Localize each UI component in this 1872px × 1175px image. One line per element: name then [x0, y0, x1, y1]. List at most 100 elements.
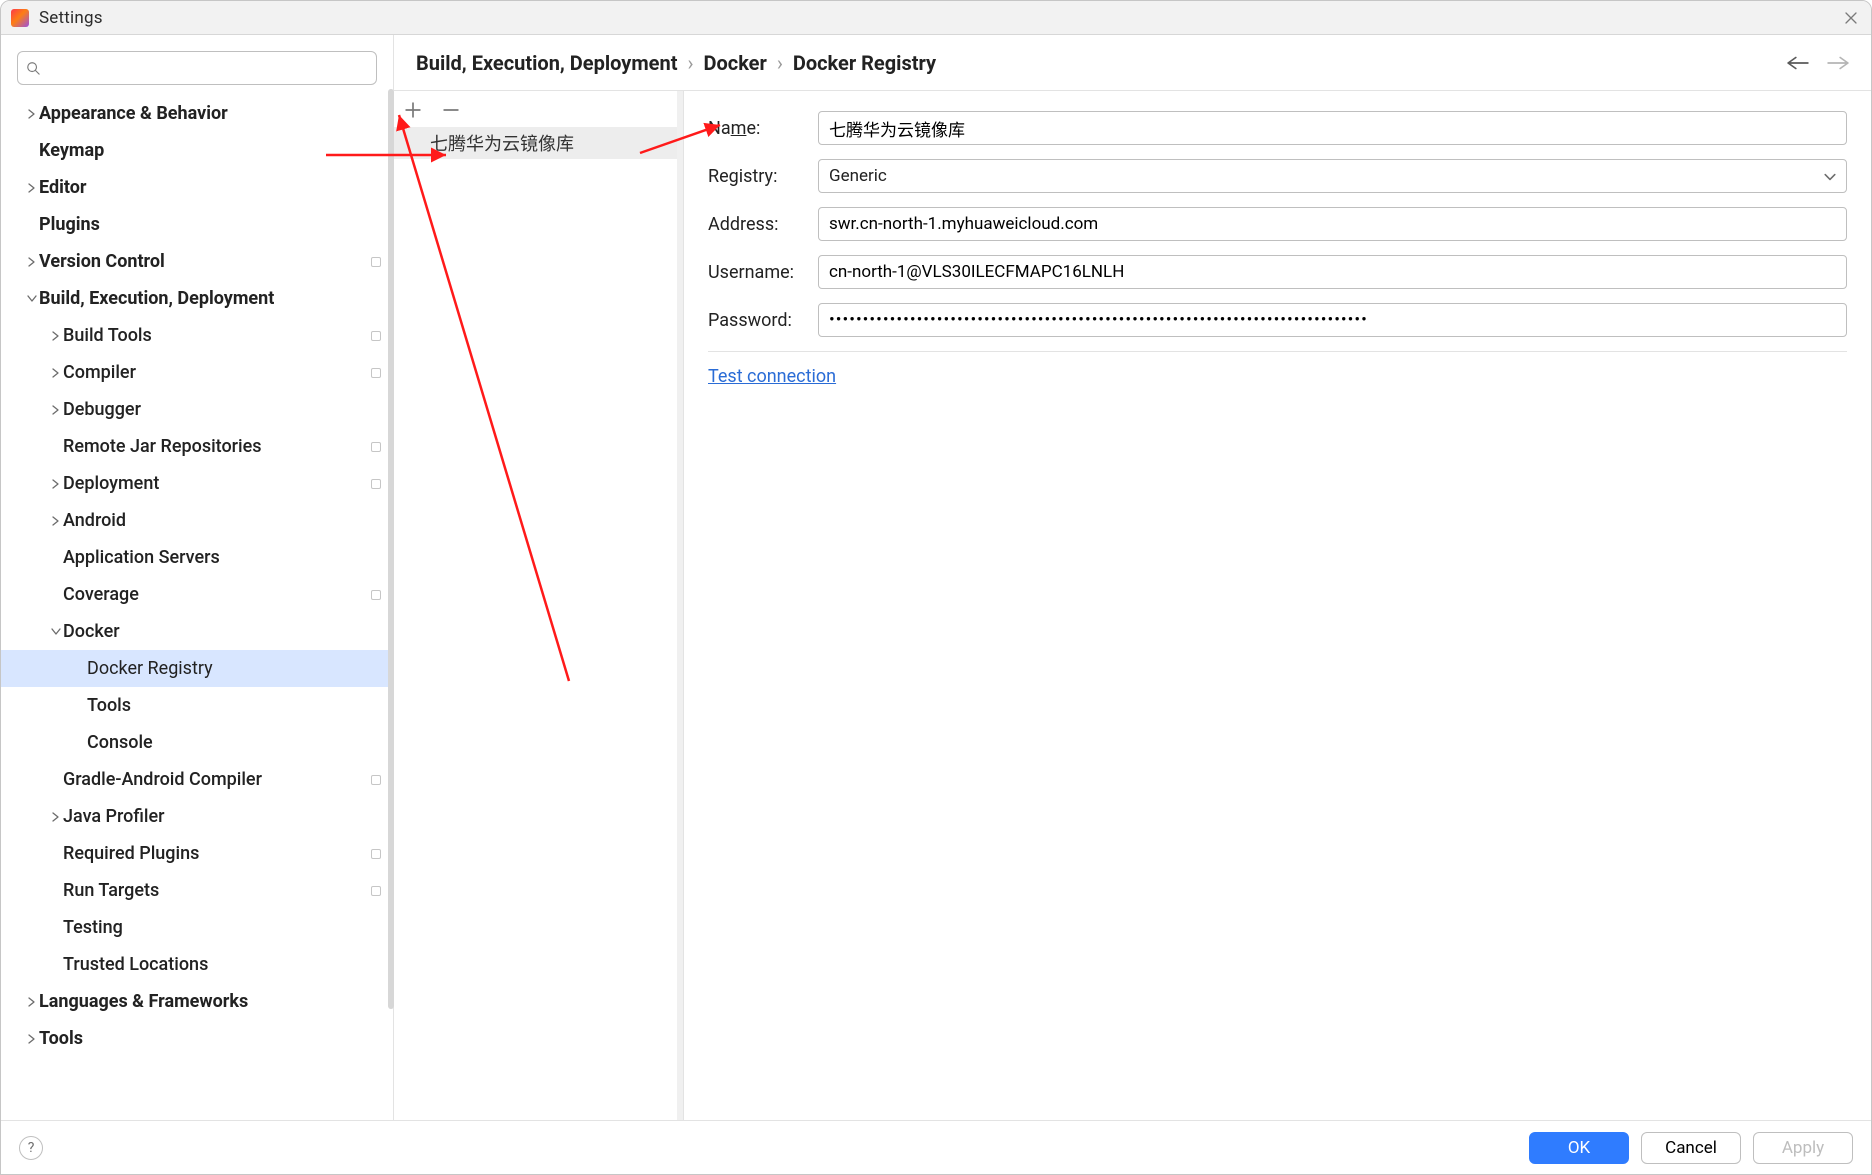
sidebar-item[interactable]: Required Plugins [1, 835, 393, 872]
back-button[interactable] [1787, 52, 1809, 74]
sidebar-item[interactable]: Editor [1, 169, 393, 206]
sidebar-item[interactable]: Java Profiler [1, 798, 393, 835]
sidebar: Appearance & Behavior Keymap Editor Plugins… [1, 35, 394, 1120]
sidebar-item[interactable]: Remote Jar Repositories [1, 428, 393, 465]
test-connection-link[interactable]: Test connection [708, 366, 836, 387]
sidebar-item[interactable]: Plugins [1, 206, 393, 243]
module-settings-icon [371, 775, 381, 785]
chevron-right-icon[interactable] [25, 1034, 39, 1044]
sidebar-item[interactable]: Languages & Frameworks [1, 983, 393, 1020]
add-button[interactable] [402, 99, 424, 121]
module-settings-icon [371, 331, 381, 341]
sidebar-item-label: Build, Execution, Deployment [39, 288, 381, 309]
chevron-right-icon[interactable] [49, 516, 63, 526]
cancel-button[interactable]: Cancel [1641, 1132, 1741, 1164]
breadcrumb-part[interactable]: Build, Execution, Deployment [416, 51, 677, 75]
sidebar-item[interactable]: Console [1, 724, 393, 761]
sidebar-item-label: Coverage [63, 584, 363, 605]
address-field[interactable] [818, 207, 1847, 241]
username-field[interactable] [818, 255, 1847, 289]
name-label: Name: [708, 118, 818, 139]
sidebar-item[interactable]: Appearance & Behavior [1, 95, 393, 132]
sidebar-item[interactable]: Android [1, 502, 393, 539]
registries-scrollbar[interactable] [677, 91, 683, 1120]
chevron-right-icon[interactable] [49, 812, 63, 822]
sidebar-item[interactable]: Compiler [1, 354, 393, 391]
forward-button [1827, 52, 1849, 74]
module-settings-icon [371, 590, 381, 600]
divider [708, 351, 1847, 352]
sidebar-item-label: Android [63, 510, 381, 531]
chevron-right-icon[interactable] [25, 997, 39, 1007]
sidebar-item[interactable]: Build Tools [1, 317, 393, 354]
registry-label: Registry: [708, 166, 818, 187]
window-title: Settings [39, 8, 103, 28]
chevron-right-icon[interactable] [25, 109, 39, 119]
search-input[interactable] [46, 61, 368, 76]
sidebar-item-label: Java Profiler [63, 806, 381, 827]
sidebar-item-label: Keymap [39, 140, 381, 161]
sidebar-item-label: Console [87, 732, 381, 753]
chevron-right-icon[interactable] [49, 479, 63, 489]
sidebar-item[interactable]: Coverage [1, 576, 393, 613]
sidebar-item-label: Debugger [63, 399, 381, 420]
sidebar-item[interactable]: Testing [1, 909, 393, 946]
name-field[interactable] [818, 111, 1847, 145]
search-icon [26, 61, 40, 75]
sidebar-item-label: Application Servers [63, 547, 381, 568]
module-settings-icon [371, 442, 381, 452]
chevron-right-icon[interactable] [49, 331, 63, 341]
chevron-right-icon[interactable] [49, 368, 63, 378]
sidebar-item[interactable]: Docker [1, 613, 393, 650]
sidebar-item-label: Gradle-Android Compiler [63, 769, 363, 790]
sidebar-item[interactable]: Keymap [1, 132, 393, 169]
module-settings-icon [371, 368, 381, 378]
chevron-right-icon[interactable] [25, 183, 39, 193]
breadcrumb-part: Docker Registry [793, 51, 936, 75]
sidebar-item[interactable]: Trusted Locations [1, 946, 393, 983]
main-area: Appearance & Behavior Keymap Editor Plugins… [1, 35, 1871, 1120]
sidebar-item[interactable]: Deployment [1, 465, 393, 502]
sidebar-item[interactable]: Docker Registry [1, 650, 393, 687]
minus-icon [443, 102, 459, 118]
chevron-down-icon [1824, 166, 1836, 186]
module-settings-icon [371, 886, 381, 896]
settings-tree[interactable]: Appearance & Behavior Keymap Editor Plugins… [1, 95, 393, 1120]
sidebar-item[interactable]: Gradle-Android Compiler [1, 761, 393, 798]
sidebar-item-label: Remote Jar Repositories [63, 436, 363, 457]
apply-button: Apply [1753, 1132, 1853, 1164]
sidebar-item[interactable]: Debugger [1, 391, 393, 428]
search-box [17, 51, 377, 85]
sidebar-item-label: Deployment [63, 473, 363, 494]
sidebar-item[interactable]: Version Control [1, 243, 393, 280]
chevron-right-icon[interactable] [25, 257, 39, 267]
app-icon [11, 9, 29, 27]
chevron-down-icon[interactable] [49, 628, 63, 636]
sidebar-item[interactable]: Run Targets [1, 872, 393, 909]
sidebar-item[interactable]: Tools [1, 1020, 393, 1057]
sidebar-item-label: Required Plugins [63, 843, 363, 864]
chevron-right-icon: › [687, 51, 693, 75]
username-label: Username: [708, 262, 818, 283]
sidebar-item[interactable]: Application Servers [1, 539, 393, 576]
registry-select[interactable]: Generic [818, 159, 1847, 193]
breadcrumb-part[interactable]: Docker [703, 51, 766, 75]
chevron-right-icon: › [777, 51, 783, 75]
address-label: Address: [708, 214, 818, 235]
bottom-bar: ? OK Cancel Apply [1, 1120, 1871, 1174]
help-button[interactable]: ? [19, 1136, 43, 1160]
password-field[interactable] [818, 303, 1847, 337]
chevron-right-icon[interactable] [49, 405, 63, 415]
sidebar-item[interactable]: Tools [1, 687, 393, 724]
password-label: Password: [708, 310, 818, 331]
sidebar-item-label: Trusted Locations [63, 954, 381, 975]
ok-button[interactable]: OK [1529, 1132, 1629, 1164]
sidebar-item[interactable]: Build, Execution, Deployment [1, 280, 393, 317]
close-icon[interactable] [1843, 10, 1859, 26]
content-area: 七腾华为云镜像库 Name: Registry: Gen [394, 91, 1871, 1120]
chevron-down-icon[interactable] [25, 295, 39, 303]
sidebar-item-label: Plugins [39, 214, 381, 235]
details-panel: Build, Execution, Deployment › Docker › … [394, 35, 1871, 1120]
list-item[interactable]: 七腾华为云镜像库 [394, 127, 683, 159]
remove-button[interactable] [440, 99, 462, 121]
